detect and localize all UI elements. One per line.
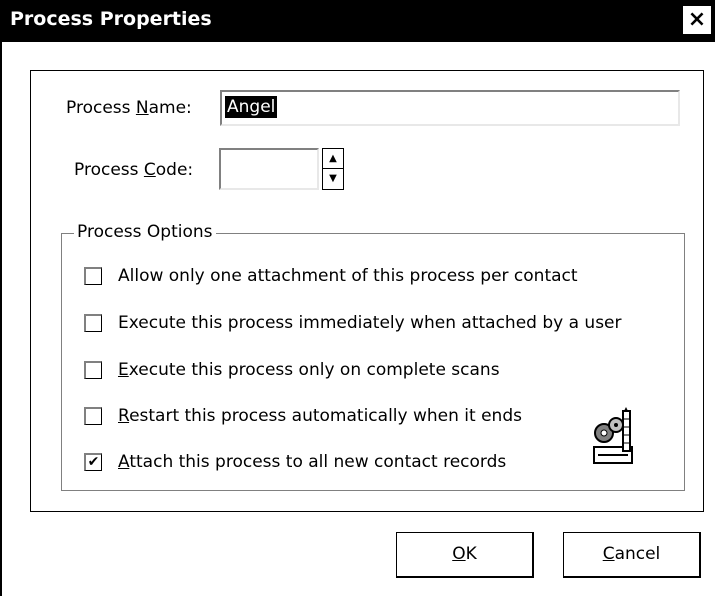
process-name-input[interactable]: Angel	[220, 90, 680, 126]
window-left-border	[0, 42, 2, 596]
process-name-label: Process Name:	[66, 98, 192, 118]
checkbox-complete-scans[interactable]	[84, 361, 102, 379]
process-name-value: Angel	[225, 96, 278, 118]
option-label: Execute this process immediately when at…	[118, 313, 622, 333]
spin-down-arrow-icon[interactable]: ▼	[323, 169, 343, 189]
option-label: Attach this process to all new contact r…	[118, 452, 507, 472]
close-icon[interactable]: ×	[683, 6, 711, 34]
window-title: Process Properties	[10, 8, 212, 30]
process-code-label: Process Code:	[74, 160, 194, 180]
option-label: Restart this process automatically when …	[118, 406, 522, 426]
spin-up-arrow-icon[interactable]: ▲	[323, 149, 343, 169]
ok-button[interactable]: OK	[396, 532, 534, 578]
checkbox-execute-immediately[interactable]	[84, 314, 102, 332]
option-label: Execute this process only on complete sc…	[118, 360, 500, 380]
checkbox-allow-one-attachment[interactable]	[84, 267, 102, 285]
cancel-button[interactable]: Cancel	[563, 532, 701, 578]
option-label: Allow only one attachment of this proces…	[118, 266, 578, 286]
process-options-legend: Process Options	[74, 222, 216, 242]
process-code-input[interactable]	[219, 148, 319, 190]
checkbox-restart-automatically[interactable]	[84, 407, 102, 425]
title-bar: Process Properties ×	[0, 0, 715, 42]
process-wizard-icon	[593, 407, 633, 464]
checkbox-attach-new-contacts[interactable]: ✔	[84, 453, 102, 471]
process-code-spinner[interactable]: ▲ ▼	[322, 148, 344, 190]
